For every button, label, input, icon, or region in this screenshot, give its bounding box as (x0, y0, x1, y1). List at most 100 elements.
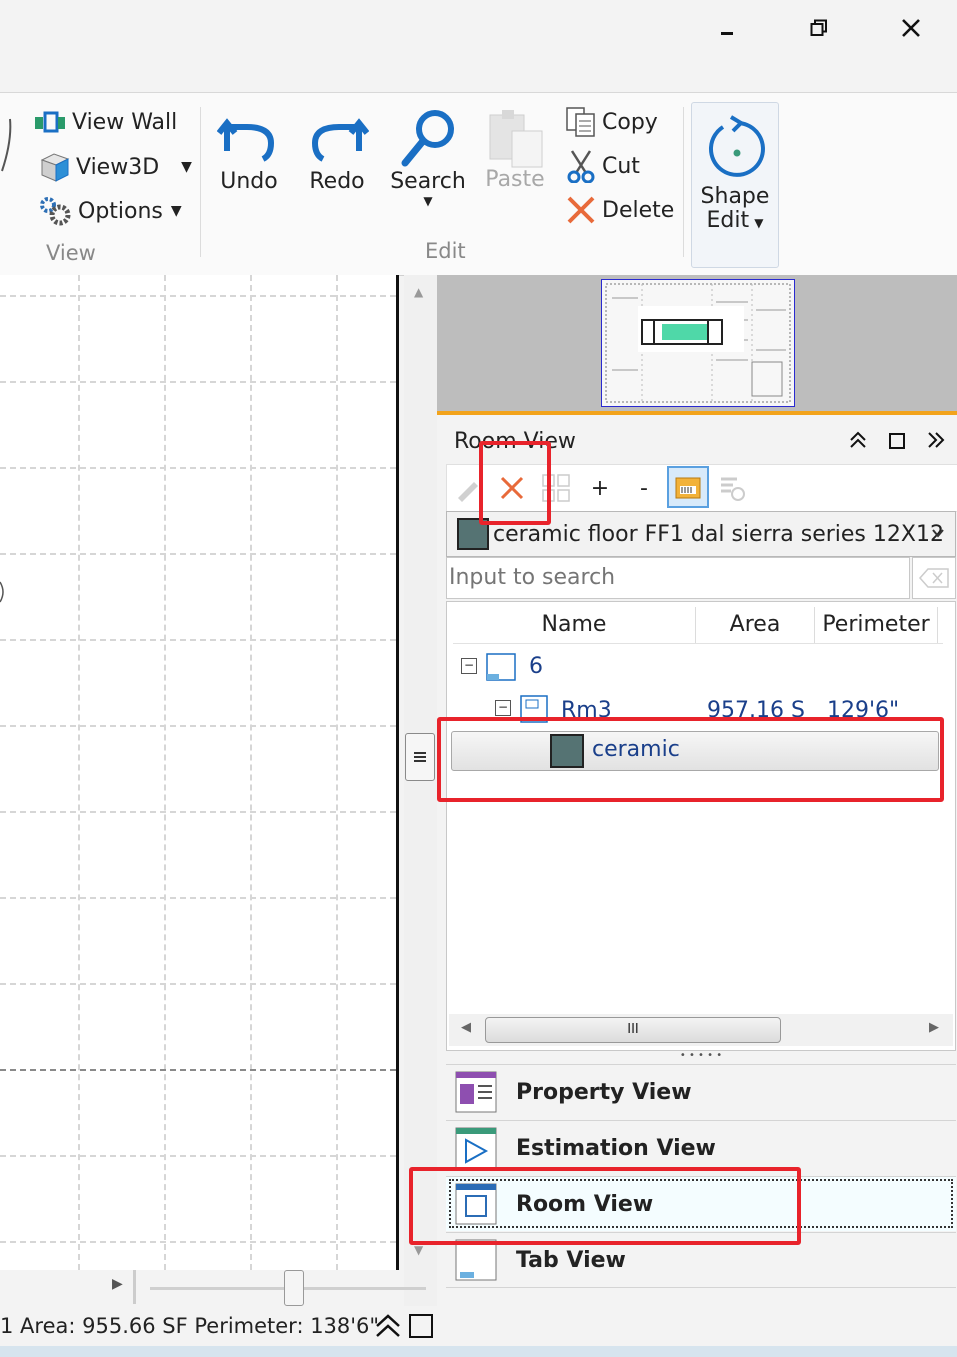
paste-button[interactable]: Paste (482, 107, 548, 192)
group-divider (683, 107, 684, 257)
view-wall-icon (35, 111, 65, 133)
undo-button[interactable]: Undo (216, 113, 282, 194)
grid-header: Name Area Perimeter (453, 607, 943, 644)
paste-icon (489, 110, 543, 168)
view3d-label: View3D (76, 154, 160, 180)
canvas-hscroll[interactable]: ▶ (0, 1270, 426, 1306)
room-tree-grid: Name Area Perimeter − 6 − Rm3 957.16 SF … (446, 601, 956, 1051)
estimate-button[interactable] (667, 466, 709, 508)
nav-label: Estimation View (516, 1135, 716, 1161)
scroll-right-icon[interactable]: ▶ (929, 1020, 939, 1035)
scroll-right-icon[interactable]: ▶ (112, 1276, 123, 1292)
calculator-icon (675, 477, 701, 499)
group-divider (200, 107, 201, 257)
shape-edit-button[interactable]: Shape Edit ▼ (691, 102, 779, 268)
rotate-icon (708, 115, 765, 177)
tree-row-name: 6 (529, 654, 543, 679)
settings-list-button[interactable] (715, 471, 749, 505)
search-input[interactable] (446, 557, 910, 599)
restore-button[interactable] (796, 10, 842, 46)
collapse-toggle-icon[interactable]: − (495, 700, 511, 716)
search-button[interactable]: Search ▼ (388, 107, 468, 208)
delete-label: Delete (602, 197, 675, 223)
minimize-button[interactable] (704, 10, 750, 46)
chevron-down-icon: ▼ (181, 159, 192, 175)
shape-edit-label: Shape (700, 184, 770, 209)
scroll-thumb[interactable]: III (485, 1017, 781, 1043)
minimap[interactable] (437, 275, 957, 411)
chevron-down-icon: ▼ (170, 203, 182, 219)
nav-property-view[interactable]: Property View (446, 1064, 956, 1119)
floorplan-thumbnail (605, 283, 791, 403)
edit-group-label: Edit (425, 239, 466, 263)
partial-tool-icon (1, 118, 12, 172)
close-button[interactable] (888, 10, 934, 46)
scroll-grip: III (627, 1022, 639, 1037)
highlight-box-delete (479, 441, 551, 525)
copy-label: Copy (602, 109, 658, 135)
chevron-up-double-icon[interactable] (374, 1312, 402, 1338)
view-group-label: View (46, 241, 96, 265)
column-header-area[interactable]: Area (696, 607, 815, 643)
scroll-up-icon[interactable]: ▲ (414, 285, 423, 299)
delete-button[interactable]: Delete (566, 195, 674, 225)
drawing-canvas[interactable] (0, 275, 396, 1270)
search-label: Search (390, 169, 466, 194)
view-wall-label: View Wall (72, 109, 178, 135)
copy-icon (566, 107, 595, 137)
view-wall-button[interactable]: View Wall (34, 107, 177, 137)
clear-search-button[interactable] (912, 557, 956, 599)
estimation-view-icon (455, 1127, 497, 1169)
copy-button[interactable]: Copy (564, 105, 658, 139)
redo-label: Redo (309, 169, 365, 194)
close-icon (902, 19, 920, 37)
cut-button[interactable]: Cut (566, 149, 640, 183)
splitter-handle[interactable] (405, 733, 435, 781)
highlight-box-room-view (409, 1167, 801, 1245)
float-panel-icon[interactable] (889, 433, 905, 449)
paste-label: Paste (485, 167, 545, 192)
chevron-down-icon (932, 529, 944, 538)
grid-hscrollbar[interactable]: ◀ III ▶ (449, 1014, 953, 1046)
remove-button[interactable]: - (629, 471, 659, 505)
chevron-right-double-icon[interactable] (926, 430, 946, 450)
nav-label: Tab View (516, 1247, 626, 1273)
options-label: Options (78, 198, 163, 224)
search-input-field[interactable] (447, 558, 891, 596)
gear-icon (40, 197, 71, 226)
panel-accent-line (437, 411, 957, 415)
undo-icon (216, 118, 275, 162)
title-bar (0, 0, 957, 92)
status-bar: 1 Area: 955.66 SF Perimeter: 138'6" (0, 1306, 437, 1346)
nav-label: Property View (516, 1079, 692, 1105)
add-button[interactable]: + (585, 471, 615, 505)
column-header-name[interactable]: Name (453, 607, 696, 643)
resize-grip[interactable]: • • • • • (446, 1051, 956, 1062)
window-bottom-edge (0, 1346, 957, 1357)
zoom-slider-thumb[interactable] (284, 1270, 304, 1306)
view3d-button[interactable]: View3D ▼ (38, 151, 192, 183)
collapse-toggle-icon[interactable]: − (461, 658, 477, 674)
shape-edit-label-2: Edit (706, 208, 750, 233)
maximize-panel-icon[interactable] (409, 1314, 433, 1338)
minimize-icon (721, 32, 733, 35)
canvas-border (396, 275, 399, 1270)
tree-row[interactable]: − 6 (459, 653, 939, 688)
redo-button[interactable]: Redo (304, 113, 370, 194)
options-button[interactable]: Options ▼ (38, 195, 182, 227)
minimap-viewport[interactable] (601, 279, 795, 407)
list-settings-icon (721, 477, 745, 501)
column-header-perimeter[interactable]: Perimeter (815, 607, 938, 643)
restore-icon (810, 19, 827, 36)
highlight-box-row (437, 717, 944, 802)
status-text: 1 Area: 955.66 SF Perimeter: 138'6" (0, 1314, 380, 1338)
scroll-left-icon[interactable]: ◀ (461, 1020, 471, 1035)
grip-icon (414, 752, 426, 762)
undo-label: Undo (220, 169, 278, 194)
chevron-down-icon: ▼ (754, 216, 764, 230)
scroll-down-icon[interactable]: ▼ (414, 1243, 423, 1257)
search-icon (401, 110, 454, 167)
chevron-down-icon: ▼ (423, 194, 433, 208)
collapse-up-icon[interactable] (848, 430, 868, 450)
cut-label: Cut (602, 153, 640, 179)
